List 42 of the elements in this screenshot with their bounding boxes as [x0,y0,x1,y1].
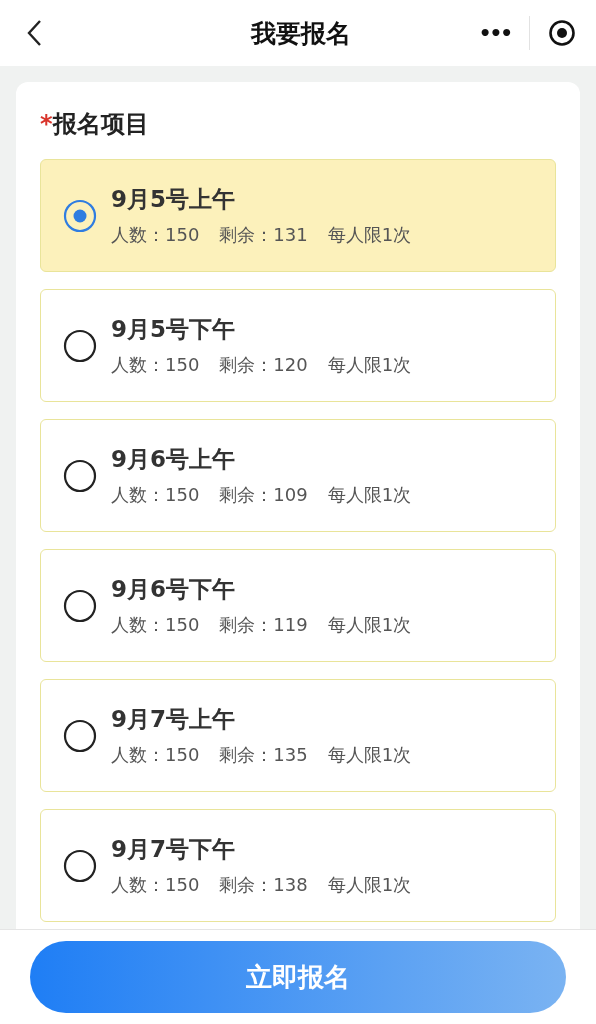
option-title: 9月7号下午 [111,835,236,864]
option-card[interactable]: 9月5号上午 人数：150 剩余：131 每人限1次 [40,159,556,272]
option-title: 9月5号下午 [111,315,236,344]
option-card[interactable]: 9月5号下午 人数：150 剩余：120 每人限1次 [40,289,556,402]
required-mark: * [40,110,53,138]
limit-text: 每人限1次 [327,223,412,247]
section-label: 报名项目 [52,109,149,140]
radio-button[interactable] [63,458,97,493]
limit-text: 每人限1次 [327,353,412,377]
option-title: 9月6号下午 [111,575,236,604]
limit-text: 每人限1次 [327,483,412,507]
option-card[interactable]: 9月6号下午 人数：150 剩余：119 每人限1次 [40,549,556,662]
capacity-text: 人数：150 [111,353,200,377]
radio-button[interactable] [63,718,97,753]
capacity-text: 人数：150 [111,613,200,637]
option-card[interactable]: 9月7号下午 人数：150 剩余：138 每人限1次 [40,809,556,922]
radio-button[interactable] [63,328,97,363]
option-card[interactable]: 9月6号上午 人数：150 剩余：109 每人限1次 [40,419,556,532]
capacity-text: 人数：150 [111,483,200,507]
radio-button[interactable] [63,198,97,233]
radio-button[interactable] [63,848,97,883]
option-title: 9月6号上午 [111,445,236,474]
target-icon[interactable] [548,19,576,47]
radio-button[interactable] [63,588,97,623]
limit-text: 每人限1次 [327,613,412,637]
option-card[interactable]: 9月7号上午 人数：150 剩余：135 每人限1次 [40,679,556,792]
back-icon[interactable] [26,19,42,47]
capacity-text: 人数：150 [111,873,200,897]
limit-text: 每人限1次 [327,873,412,897]
more-button[interactable]: ••• [478,21,511,45]
remaining-text: 剩余：138 [219,873,308,897]
capacity-text: 人数：150 [111,223,200,247]
page-title: 我要报名 [251,17,351,50]
capacity-text: 人数：150 [111,743,200,767]
remaining-text: 剩余：131 [219,223,308,247]
option-title: 9月5号上午 [111,185,236,214]
limit-text: 每人限1次 [327,743,412,767]
remaining-text: 剩余：109 [219,483,308,507]
remaining-text: 剩余：120 [219,353,308,377]
option-title: 9月7号上午 [111,705,236,734]
remaining-text: 剩余：119 [219,613,308,637]
remaining-text: 剩余：135 [219,743,308,767]
